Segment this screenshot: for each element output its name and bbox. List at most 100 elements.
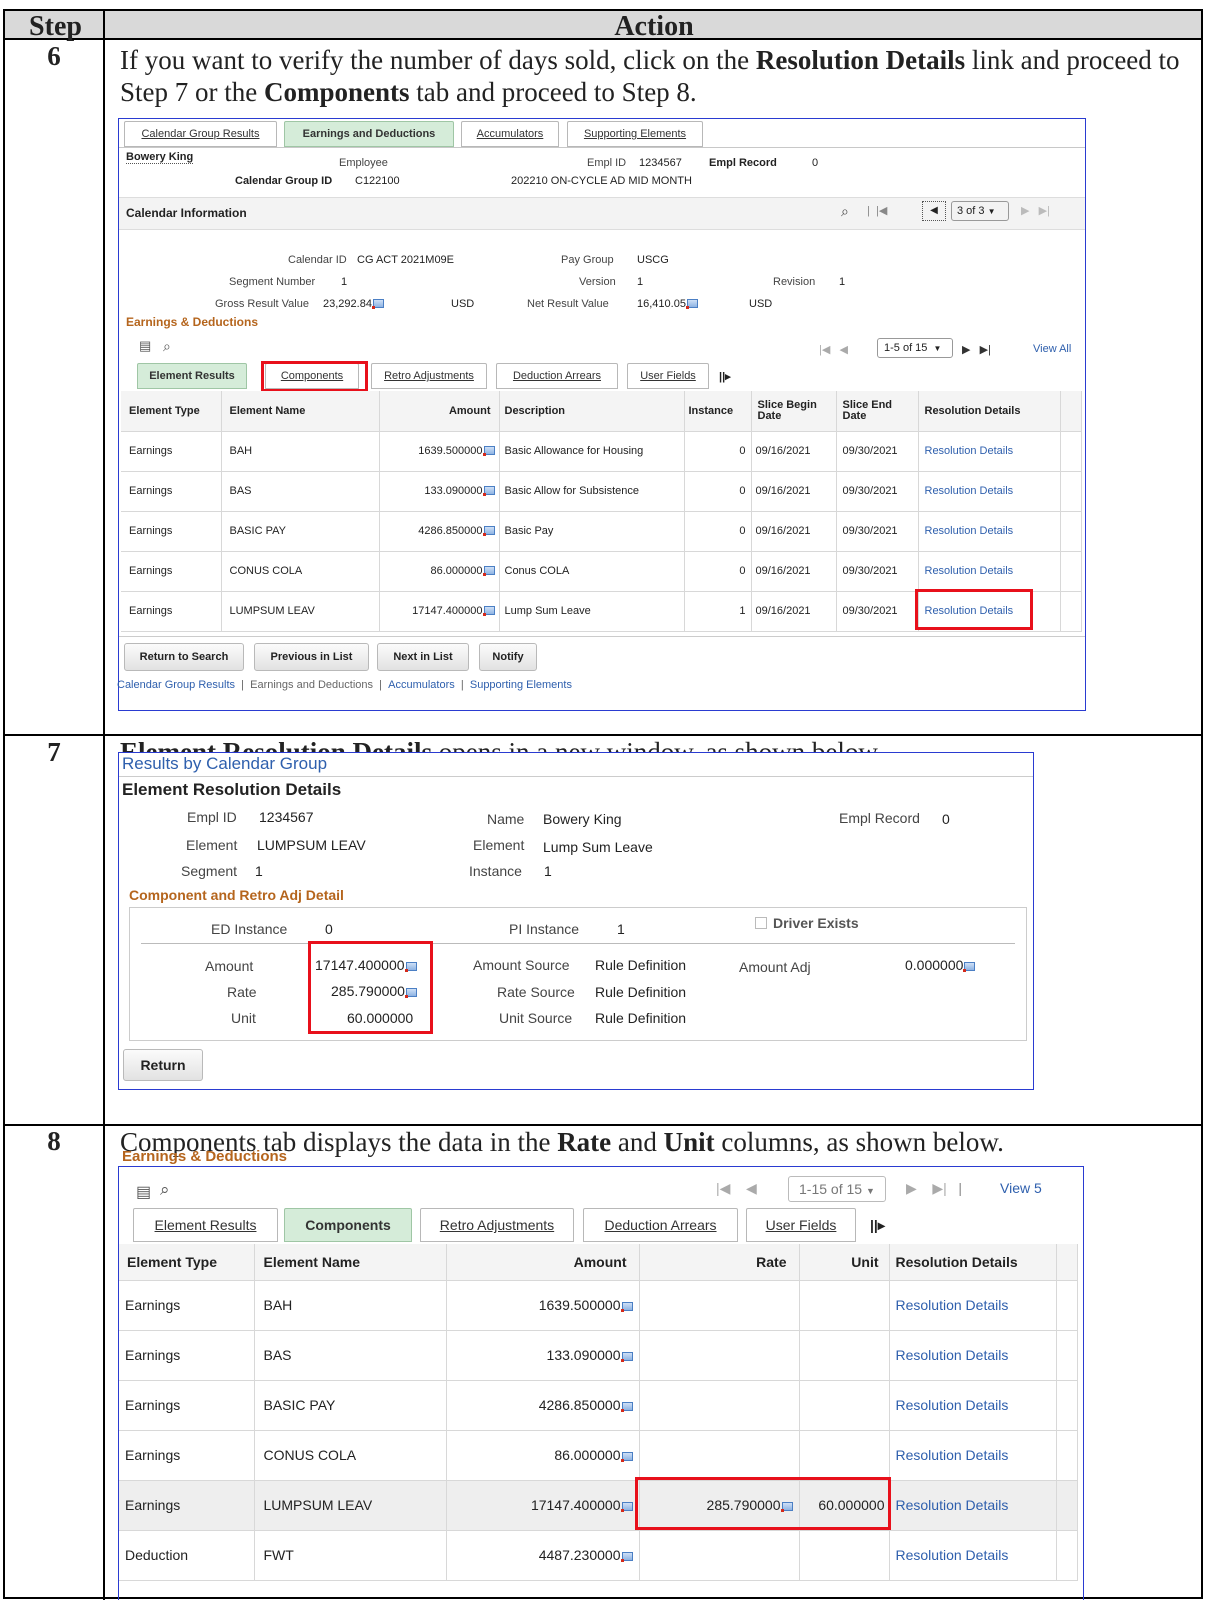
cell-resolution-link[interactable]: Resolution Details xyxy=(918,471,1061,512)
calculator-icon[interactable] xyxy=(963,962,976,972)
cell-resolution-link-text[interactable]: Resolution Details xyxy=(925,485,1014,497)
cell-instance: 0 xyxy=(684,471,752,512)
view-all-link[interactable]: View All xyxy=(1033,343,1071,355)
notify-button[interactable]: Notify xyxy=(479,643,537,671)
cell-resolution-link-text[interactable]: Resolution Details xyxy=(896,1397,1009,1413)
segment-value: 1 xyxy=(255,863,263,879)
grid-page-dropdown[interactable]: 1-5 of 15 ▼ xyxy=(877,338,953,358)
cell-resolution-link-text[interactable]: Resolution Details xyxy=(896,1547,1009,1563)
cell-resolution-link-text[interactable]: Resolution Details xyxy=(925,445,1014,457)
footer-link-calendar-group-results[interactable]: Calendar Group Results xyxy=(117,679,235,691)
col-instance[interactable]: Instance xyxy=(684,391,752,432)
record-count-dropdown[interactable]: 3 of 3 ▼ xyxy=(951,201,1009,221)
calculator-icon[interactable] xyxy=(482,606,495,616)
col-amount[interactable]: Amount xyxy=(379,391,500,432)
breadcrumb-results-by-calendar-group[interactable]: Results by Calendar Group xyxy=(122,754,327,774)
cell-element-name-text: FWT xyxy=(263,1547,294,1563)
calculator-icon[interactable] xyxy=(620,1352,633,1362)
calculator-icon[interactable] xyxy=(482,526,495,536)
next-in-list-button[interactable]: Next in List xyxy=(377,643,469,671)
subtab-retro-adjustments[interactable]: Retro Adjustments xyxy=(371,363,487,389)
calculator-icon[interactable] xyxy=(685,299,698,309)
tab-earnings-deductions[interactable]: Earnings and Deductions xyxy=(284,121,454,147)
checkbox-icon[interactable] xyxy=(755,917,767,929)
cell-resolution-link[interactable]: Resolution Details xyxy=(889,1430,1057,1481)
calculator-icon[interactable] xyxy=(482,446,495,456)
view-5-link[interactable]: View 5 xyxy=(1000,1180,1042,1196)
col-slice-end[interactable]: Slice End Date xyxy=(836,391,919,432)
cell-resolution-link[interactable]: Resolution Details xyxy=(889,1480,1057,1531)
cell-resolution-link[interactable]: Resolution Details xyxy=(889,1380,1057,1431)
cell-resolution-link[interactable]: Resolution Details xyxy=(918,431,1061,472)
calculator-icon[interactable] xyxy=(620,1502,633,1512)
grid-first-icon[interactable]: |◀ ◀ xyxy=(819,343,848,356)
cell-resolution-link[interactable]: Resolution Details xyxy=(889,1330,1057,1381)
cell-resolution-link-text[interactable]: Resolution Details xyxy=(925,565,1014,577)
subtab-element-results[interactable]: Element Results xyxy=(137,363,247,389)
footer-link-supporting-elements[interactable]: Supporting Elements xyxy=(470,679,572,691)
cell-slice-end: 09/30/2021 xyxy=(836,511,919,552)
cell-resolution-link-text[interactable]: Resolution Details xyxy=(896,1347,1009,1363)
col-description[interactable]: Description xyxy=(499,391,685,432)
grid-search-icon[interactable]: ⌕ xyxy=(163,338,171,355)
more-tabs-icon[interactable]: ||▸ xyxy=(719,370,731,383)
grid-search-icon[interactable]: ⌕ xyxy=(160,1180,170,1200)
cell-instance-text: 0 xyxy=(739,445,746,457)
screenshot-earnings-deductions: Calendar Group Results Earnings and Dedu… xyxy=(117,118,1086,711)
return-to-search-button[interactable]: Return to Search xyxy=(124,643,244,671)
col-rate[interactable]: Rate xyxy=(639,1244,800,1281)
col-unit[interactable]: Unit xyxy=(799,1244,890,1281)
subtab-element-results[interactable]: Element Results xyxy=(133,1208,278,1242)
previous-record-button[interactable]: ◀ xyxy=(922,201,946,221)
col-amount[interactable]: Amount xyxy=(446,1244,640,1281)
cell-resolution-link[interactable]: Resolution Details xyxy=(918,511,1061,552)
grid-next-icon[interactable]: ▶ ▶| xyxy=(962,343,991,356)
subtab-deduction-arrears[interactable]: Deduction Arrears xyxy=(496,363,618,389)
col-resolution[interactable]: Resolution Details xyxy=(918,391,1061,432)
footer-link-earnings-deductions[interactable]: Earnings and Deductions xyxy=(250,679,373,691)
tab-calendar-group-results[interactable]: Calendar Group Results xyxy=(124,121,277,147)
grid-personalize-icon[interactable]: ▤ xyxy=(139,338,151,354)
cell-element-type-text: Deduction xyxy=(125,1547,189,1563)
calculator-icon[interactable] xyxy=(620,1452,633,1462)
subtab-retro-adjustments[interactable]: Retro Adjustments xyxy=(420,1208,574,1242)
calculator-icon[interactable] xyxy=(620,1552,633,1562)
col-element-name[interactable]: Element Name xyxy=(221,391,380,432)
cell-resolution-link[interactable]: Resolution Details xyxy=(918,551,1061,592)
return-button[interactable]: Return xyxy=(123,1049,203,1081)
driver-exists-checkbox[interactable]: Driver Exists xyxy=(755,915,859,931)
subtab-user-fields[interactable]: User Fields xyxy=(746,1208,856,1242)
cell-resolution-link-text[interactable]: Resolution Details xyxy=(925,525,1014,537)
grid-page-dropdown[interactable]: 1-15 of 15 ▼ xyxy=(788,1176,886,1202)
subtab-components[interactable]: Components xyxy=(284,1208,412,1242)
footer-link-accumulators[interactable]: Accumulators xyxy=(388,679,455,691)
tab-accumulators[interactable]: Accumulators xyxy=(461,121,559,147)
subtab-user-fields[interactable]: User Fields xyxy=(627,363,709,389)
cell-resolution-link[interactable]: Resolution Details xyxy=(889,1280,1057,1331)
cell-resolution-link-text[interactable]: Resolution Details xyxy=(896,1497,1009,1513)
previous-in-list-button[interactable]: Previous in List xyxy=(254,643,369,671)
col-resolution[interactable]: Resolution Details xyxy=(889,1244,1057,1281)
calculator-icon[interactable] xyxy=(620,1302,633,1312)
col-element-name[interactable]: Element Name xyxy=(254,1244,447,1281)
grid-first-icon[interactable]: |◀ ◀ xyxy=(716,1180,757,1197)
cell-resolution-link-text[interactable]: Resolution Details xyxy=(896,1297,1009,1313)
subtab-deduction-arrears[interactable]: Deduction Arrears xyxy=(583,1208,738,1242)
name-value: Bowery King xyxy=(543,811,622,827)
calculator-icon[interactable] xyxy=(482,566,495,576)
calculator-icon[interactable] xyxy=(620,1402,633,1412)
col-element-type[interactable]: Element Type xyxy=(119,1244,255,1281)
tab-supporting-elements[interactable]: Supporting Elements xyxy=(567,121,703,147)
cell-resolution-link-text[interactable]: Resolution Details xyxy=(896,1447,1009,1463)
col-element-type[interactable]: Element Type xyxy=(121,391,222,432)
search-icon[interactable]: ⌕ xyxy=(841,203,849,220)
calculator-icon[interactable] xyxy=(482,486,495,496)
grid-next-icon[interactable]: ▶ ▶| | xyxy=(906,1180,962,1197)
more-tabs-icon[interactable]: ||▸ xyxy=(870,1217,885,1234)
col-slice-begin[interactable]: Slice Begin Date xyxy=(751,391,837,432)
calculator-icon[interactable] xyxy=(371,299,384,309)
next-record-icon[interactable]: ▶ ▶| xyxy=(1021,204,1050,217)
cell-resolution-link[interactable]: Resolution Details xyxy=(889,1530,1057,1581)
first-record-icon[interactable]: | |◀ xyxy=(867,204,887,217)
grid-personalize-icon[interactable]: ▤ xyxy=(136,1182,151,1202)
